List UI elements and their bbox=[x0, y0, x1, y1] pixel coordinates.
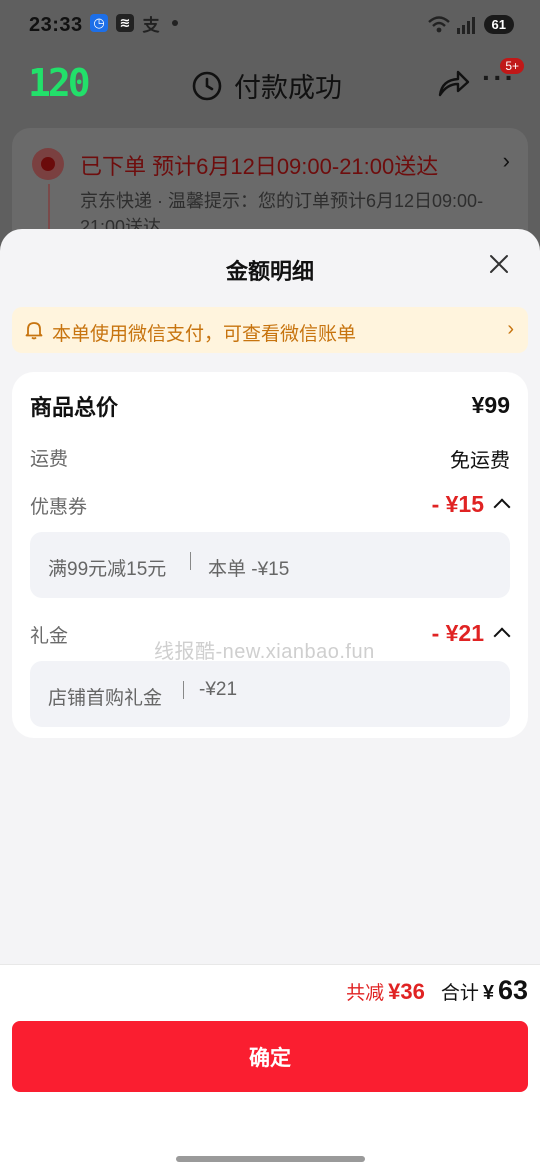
gift-label: 礼金 bbox=[30, 626, 69, 647]
gift-detail-box: 店铺首购礼金 -¥21 bbox=[30, 661, 510, 727]
coupon-detail-amount: 本单 -¥15 bbox=[208, 559, 290, 580]
chevron-right-icon: › bbox=[507, 318, 514, 340]
nav-title-group: 付款成功 bbox=[192, 66, 342, 105]
back-button[interactable]: 120 bbox=[28, 61, 91, 105]
goods-total-value: ¥99 bbox=[471, 392, 510, 418]
total-value: 63 bbox=[497, 975, 528, 1005]
status-right: 61 bbox=[427, 15, 514, 34]
home-indicator[interactable] bbox=[176, 1156, 365, 1162]
status-bar: 23:33 ◷ ≋ 支 61 bbox=[0, 0, 540, 56]
share-icon[interactable] bbox=[438, 68, 470, 98]
reduce-label: 共减 bbox=[346, 983, 385, 1004]
battery-indicator: 61 bbox=[483, 15, 514, 34]
message-badge: 5+ bbox=[500, 58, 524, 74]
shipping-value: 免运费 bbox=[450, 450, 510, 472]
clock-icon bbox=[192, 71, 222, 100]
confirm-button[interactable]: 确定 bbox=[12, 1021, 528, 1092]
alipay-icon: 支 bbox=[142, 15, 160, 35]
gift-value[interactable]: - ¥21 bbox=[432, 620, 484, 647]
coupon-value[interactable]: - ¥15 bbox=[432, 491, 484, 518]
wifi-icon bbox=[427, 15, 450, 32]
alarm-app-icon: ◷ bbox=[90, 14, 108, 32]
chevron-up-icon[interactable] bbox=[493, 627, 511, 645]
coupon-detail-name: 满99元减15元 bbox=[48, 559, 167, 580]
gift-detail-name: 店铺首购礼金 bbox=[48, 688, 163, 709]
shipping-label: 运费 bbox=[30, 449, 69, 470]
status-time: 23:33 bbox=[29, 14, 83, 36]
page-title: 付款成功 bbox=[234, 73, 342, 103]
amount-detail-sheet: 金额明细 本单使用微信支付，可查看微信账单 › 商品总价 ¥99 运费 免运费 … bbox=[0, 229, 540, 1170]
goods-total-label: 商品总价 bbox=[30, 395, 119, 420]
status-app-icons: ◷ ≋ 支 bbox=[90, 14, 178, 35]
order-status-text: 已下单 预计6月12日09:00-21:00送达 bbox=[80, 154, 439, 179]
status-dot-icon bbox=[32, 148, 64, 180]
reduce-value: ¥36 bbox=[388, 979, 425, 1004]
amount-summary: 共减 ¥36 合计 ¥ 63 bbox=[346, 975, 528, 1006]
coupon-detail-box: 满99元减15元 本单 -¥15 bbox=[30, 532, 510, 598]
chevron-right-icon: › bbox=[502, 148, 510, 173]
coupon-label: 优惠券 bbox=[30, 497, 88, 518]
sheet-footer: 共减 ¥36 合计 ¥ 63 确定 bbox=[0, 964, 540, 1170]
stack-app-icon: ≋ bbox=[116, 14, 134, 32]
notice-text: 本单使用微信支付，可查看微信账单 bbox=[52, 324, 357, 345]
divider bbox=[183, 681, 184, 699]
gift-detail-amount: -¥21 bbox=[199, 679, 238, 700]
wechat-pay-notice[interactable]: 本单使用微信支付，可查看微信账单 › bbox=[12, 307, 528, 353]
total-label: 合计 bbox=[440, 983, 479, 1004]
sheet-title: 金额明细 bbox=[225, 259, 314, 284]
close-icon[interactable] bbox=[488, 253, 510, 275]
divider bbox=[190, 552, 191, 570]
signal-icon bbox=[456, 16, 475, 34]
total-currency: ¥ bbox=[482, 982, 494, 1004]
chevron-up-icon[interactable] bbox=[493, 498, 511, 516]
watermark-text: 线报酷-new.xianbao.fun bbox=[154, 641, 375, 663]
notification-dot-icon bbox=[172, 20, 178, 26]
bell-icon bbox=[25, 322, 43, 340]
top-nav: 120 付款成功 ··· 5+ bbox=[0, 56, 540, 116]
price-breakdown-card: 商品总价 ¥99 运费 免运费 优惠券 - ¥15 满99元减15元 本单 -¥… bbox=[12, 372, 528, 738]
